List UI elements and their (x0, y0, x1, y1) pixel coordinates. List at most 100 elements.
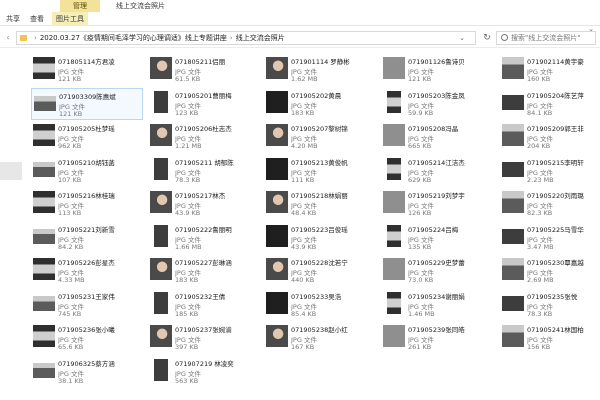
breadcrumb-parent[interactable]: 2020.03.27《疫情期间毛泽学习的心理调适》线上专题讲座 (40, 34, 227, 42)
file-item[interactable]: 071905219刘梦宇 JPG 文件 126 KB (381, 188, 493, 220)
file-size: 2.23 MB (527, 175, 554, 184)
file-item[interactable]: 071905205杜梦瑶 JPG 文件 962 KB (31, 121, 143, 153)
file-name: 071903309陈惠斌 (59, 92, 116, 101)
breadcrumb-current[interactable]: 线上交流会照片 (236, 34, 285, 42)
file-item[interactable]: 071905208冯晶 JPG 文件 665 KB (381, 121, 493, 153)
file-item[interactable]: 071901114 罗静彬 JPG 文件 1.62 MB (264, 54, 376, 86)
file-item[interactable]: 071905214江洁杰 JPG 文件 629 KB (381, 155, 493, 187)
file-item[interactable]: 071905241林国柏 JPG 文件 156 KB (500, 322, 600, 354)
file-item[interactable]: 071905228沈若宁 JPG 文件 440 KB (264, 255, 376, 287)
file-name: 071906325蔡方涵 (58, 359, 115, 368)
file-item[interactable]: 071905216林桂瑞 JPG 文件 113 KB (31, 188, 143, 220)
file-item[interactable]: 071905220刘雨璐 JPG 文件 82.3 KB (500, 188, 600, 220)
address-dropdown-icon[interactable]: ⌄ (459, 32, 465, 44)
file-name: 071902114黄宇豪 (527, 58, 584, 66)
image-thumbnail (154, 157, 168, 180)
file-size: 2.69 MB (527, 276, 554, 284)
file-item[interactable]: 071907219 林凌奕 JPG 文件 563 KB (148, 356, 260, 388)
file-item[interactable]: 071905221刘新雪 JPG 文件 84.2 KB (31, 222, 143, 254)
file-name: 071905204陈艺萍 (527, 91, 584, 100)
file-name: 071905235张悦 (527, 292, 578, 301)
navigation-pane-edge[interactable] (0, 162, 22, 180)
file-item[interactable]: 071805114方君凌 JPG 文件 121 KB (31, 54, 143, 86)
file-item[interactable]: 071905211 胡郁陈 JPG 文件 78.3 KB (148, 155, 260, 187)
file-item[interactable]: 071905217林杰 JPG 文件 43.9 KB (148, 188, 260, 220)
file-item[interactable]: 071905223吕俊瑶 JPG 文件 43.9 KB (264, 222, 376, 254)
file-name: 071905231王家伟 (58, 292, 115, 301)
file-item[interactable]: 071905225马雪华 JPG 文件 3.47 MB (500, 222, 600, 254)
image-thumbnail (266, 57, 288, 79)
file-size: 1.46 MB (408, 309, 435, 318)
file-size: 185 KB (175, 309, 199, 318)
file-item[interactable]: 071905201曹丽梅 JPG 文件 123 KB (148, 88, 260, 120)
file-name: 071905238赵小红 (291, 326, 348, 334)
file-item[interactable]: 071905226彭星杰 JPG 文件 4.33 MB (31, 255, 143, 287)
file-item[interactable]: 071905206杜志杰 JPG 文件 1.21 MB (148, 121, 260, 153)
manage-context-tab[interactable]: 管理 (60, 0, 100, 12)
file-size: 3.47 MB (527, 242, 554, 251)
file-item[interactable]: 071905231王家伟 JPG 文件 745 KB (31, 289, 143, 321)
search-input[interactable] (511, 32, 593, 44)
file-size: 183 KB (175, 276, 199, 284)
file-name: 071905213黄俊帆 (291, 158, 348, 167)
tab-view[interactable]: 查看 (30, 12, 44, 26)
file-item[interactable]: 071905234谢丽娟 JPG 文件 1.46 MB (381, 289, 493, 321)
file-item[interactable]: 071905238赵小红 JPG 文件 167 KB (264, 322, 376, 354)
image-thumbnail (266, 90, 288, 113)
image-thumbnail (33, 362, 55, 378)
search-box[interactable] (496, 31, 596, 45)
file-item[interactable]: 071905202黄晨 JPG 文件 183 KB (264, 88, 376, 120)
file-name: 071805114方君凌 (58, 58, 115, 66)
file-item[interactable]: 071905230覃嘉越 JPG 文件 2.69 MB (500, 255, 600, 287)
file-name: 071905225马雪华 (527, 225, 584, 234)
file-size: 160 KB (527, 75, 551, 83)
image-thumbnail (502, 124, 524, 146)
tab-picture-tools[interactable]: 图片工具 (52, 12, 88, 26)
file-size: 38.1 KB (58, 376, 84, 385)
refresh-icon[interactable]: ↻ (481, 32, 493, 44)
file-item[interactable]: 071905207黎树锦 JPG 文件 4.20 MB (264, 121, 376, 153)
file-name: 071905229史梦蕾 (408, 259, 465, 267)
file-item[interactable]: 071905209郭王非 JPG 文件 204 KB (500, 121, 600, 153)
file-item[interactable]: 071901126鲁诗贝 JPG 文件 121 KB (381, 54, 493, 86)
file-item[interactable]: 071905224吕梅 JPG 文件 135 KB (381, 222, 493, 254)
image-thumbnail (266, 157, 288, 180)
image-thumbnail (150, 124, 172, 146)
address-bar[interactable]: › 2020.03.27《疫情期间毛泽学习的心理调适》线上专题讲座 › 线上交流会照片… (16, 31, 476, 45)
file-item[interactable]: 071902114黄宇豪 JPG 文件 160 KB (500, 54, 600, 86)
file-item[interactable]: 071905239张同皓 JPG 文件 261 KB (381, 322, 493, 354)
file-item[interactable]: 071905210胡钰菡 JPG 文件 107 KB (31, 155, 143, 187)
file-item[interactable]: 071805211侣丽 JPG 文件 61.5 KB (148, 54, 260, 86)
file-name: 071907219 林凌奕 (175, 359, 234, 368)
file-size: 78.3 KB (175, 175, 201, 184)
file-item[interactable]: 071905233吴浩 JPG 文件 85.4 KB (264, 289, 376, 321)
file-name: 071905222鲁丽明 (175, 225, 232, 234)
file-size: 78.3 KB (527, 309, 553, 318)
file-item[interactable]: 071905227彭琳涵 JPG 文件 183 KB (148, 255, 260, 287)
file-item[interactable]: 071905237张婉渝 JPG 文件 397 KB (148, 322, 260, 354)
file-item[interactable]: 071905215李明轩 JPG 文件 2.23 MB (500, 155, 600, 187)
file-item[interactable]: 071905204陈艺萍 JPG 文件 84.1 KB (500, 88, 600, 120)
file-item[interactable]: 071906325蔡方涵 JPG 文件 38.1 KB (31, 356, 143, 388)
file-item[interactable]: 071905222鲁丽明 JPG 文件 1.66 MB (148, 222, 260, 254)
file-item[interactable]: 071903309陈惠斌 JPG 文件 121 KB (31, 87, 143, 120)
image-thumbnail (34, 95, 56, 111)
title-bar: 管理 线上交流会照片 (0, 0, 600, 12)
up-arrow-icon[interactable]: ‹ (2, 31, 14, 45)
file-item[interactable]: 071905213黄俊帆 JPG 文件 111 KB (264, 155, 376, 187)
file-grid: 071805114方君凌 JPG 文件 121 KB 071805211侣丽 JPG 文… (31, 54, 599, 394)
file-item[interactable]: 071905235张悦 JPG 文件 78.3 KB (500, 289, 600, 321)
file-size: 563 KB (175, 376, 199, 385)
image-thumbnail (150, 258, 172, 280)
tab-share[interactable]: 共享 (6, 12, 20, 26)
image-thumbnail (266, 224, 288, 247)
file-item[interactable]: 071905229史梦蕾 JPG 文件 73.0 KB (381, 255, 493, 287)
image-thumbnail (502, 191, 524, 213)
file-name: 071905205杜梦瑶 (58, 125, 115, 133)
file-item[interactable]: 071905232王倩 JPG 文件 185 KB (148, 289, 260, 321)
file-item[interactable]: 071905203陈金凤 JPG 文件 59.9 KB (381, 88, 493, 120)
file-item[interactable]: 071905236张小曦 JPG 文件 65.6 KB (31, 322, 143, 354)
file-item[interactable]: 071905218林娟丽 JPG 文件 48.4 KB (264, 188, 376, 220)
image-thumbnail (154, 358, 168, 381)
file-size: 126 KB (408, 209, 432, 217)
